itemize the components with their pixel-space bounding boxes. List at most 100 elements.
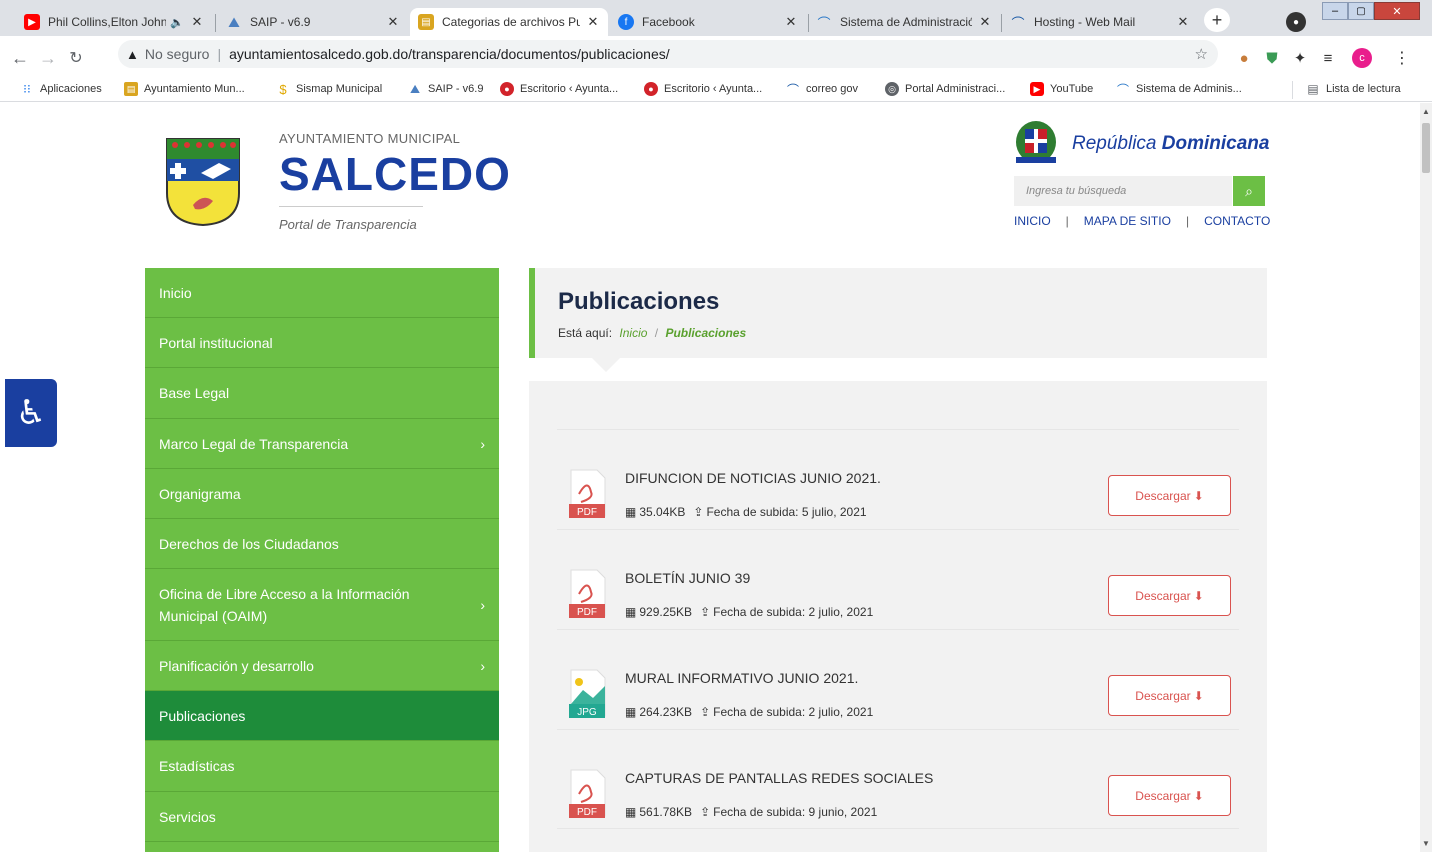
maximize-button[interactable]: ▢ xyxy=(1348,2,1374,20)
tab-saip[interactable]: ⛰ SAIP - v6.9 ✕ xyxy=(218,8,408,36)
link-mapa-de-sitio[interactable]: MAPA DE SITIO xyxy=(1084,214,1171,228)
document-title: BOLETÍN JUNIO 39 xyxy=(625,570,751,586)
close-icon[interactable]: ✕ xyxy=(782,14,800,30)
download-icon: ⬇ xyxy=(1193,488,1204,503)
reload-button[interactable]: ↻ xyxy=(62,44,90,72)
search-input[interactable]: Ingresa tu búsqueda xyxy=(1014,176,1232,206)
download-button[interactable]: Descargar ⬇ xyxy=(1108,775,1231,816)
correo-icon: ⌒ xyxy=(786,82,799,97)
sidebar-item-more[interactable] xyxy=(145,842,499,852)
apps-grid-icon: ⁝⁝ xyxy=(23,82,31,96)
chevron-right-icon: › xyxy=(480,435,485,452)
bookmark-portal[interactable]: ◎ Portal Administraci... xyxy=(885,82,1005,96)
upload-icon: ⇪ xyxy=(700,605,711,619)
close-window-button[interactable]: ✕ xyxy=(1374,2,1420,20)
tab-sistema[interactable]: ⌒ Sistema de Administració ✕ xyxy=(808,8,1000,36)
tab-hosting[interactable]: ⌒ Hosting - Web Mail ✕ xyxy=(1002,8,1198,36)
sistema-icon: ⌒ xyxy=(817,15,831,31)
star-icon[interactable]: ☆ xyxy=(1195,45,1208,63)
sidebar-item-inicio[interactable]: Inicio xyxy=(145,268,499,318)
link-contacto[interactable]: CONTACTO xyxy=(1204,214,1270,228)
security-label: No seguro xyxy=(144,46,210,62)
sidebar-item-servicios[interactable]: Servicios xyxy=(145,792,499,842)
browser-tab-bar: ▶ Phil Collins,Elton John 🔈 ✕ ⛰ SAIP - v… xyxy=(0,0,1432,36)
document-meta: ▦ 561.78KB ⇪ Fecha de subida: 9 junio, 2021 xyxy=(625,805,878,819)
search-button[interactable]: ⌕ xyxy=(1233,176,1265,206)
tab-youtube[interactable]: ▶ Phil Collins,Elton John 🔈 ✕ xyxy=(16,8,212,36)
pdf-file-icon: PDF xyxy=(569,469,606,518)
document-title: MURAL INFORMATIVO JUNIO 2021. xyxy=(625,670,859,686)
bookmark-sismap[interactable]: $ Sismap Municipal xyxy=(276,82,382,97)
dominican-republic-coat-of-arms xyxy=(1014,119,1058,165)
scroll-down-icon[interactable]: ▼ xyxy=(1422,839,1430,848)
sidebar-item-marco-legal[interactable]: Marco Legal de Transparencia › xyxy=(145,419,499,469)
chevron-right-icon: › xyxy=(480,596,485,613)
download-button[interactable]: Descargar ⬇ xyxy=(1108,475,1231,516)
download-button[interactable]: Descargar ⬇ xyxy=(1108,575,1231,616)
tab-facebook[interactable]: f Facebook ✕ xyxy=(610,8,806,36)
file-size-icon: ▦ xyxy=(625,605,637,619)
reading-list-button[interactable]: ▤ Lista de lectura xyxy=(1306,82,1400,96)
new-tab-button[interactable]: + xyxy=(1204,8,1230,32)
close-icon[interactable]: ✕ xyxy=(188,14,206,30)
document-title: DIFUNCION DE NOTICIAS JUNIO 2021. xyxy=(625,470,881,486)
bookmark-escritorio-1[interactable]: ● Escritorio ‹ Ayunta... xyxy=(500,82,618,96)
tab-title: Facebook xyxy=(642,15,695,29)
scroll-up-icon[interactable]: ▲ xyxy=(1422,107,1430,116)
breadcrumb-home[interactable]: Inicio xyxy=(619,326,647,340)
profile-avatar[interactable]: c xyxy=(1352,48,1372,68)
link-inicio[interactable]: INICIO xyxy=(1014,214,1051,228)
escritorio-icon: ● xyxy=(644,82,658,96)
document-meta: ▦ 929.25KB ⇪ Fecha de subida: 2 julio, 2021 xyxy=(625,605,874,619)
minimize-button[interactable]: – xyxy=(1322,2,1348,20)
sidebar-item-organigrama[interactable]: Organigrama xyxy=(145,469,499,519)
forward-button[interactable]: → xyxy=(34,44,62,72)
bookmark-escritorio-2[interactable]: ● Escritorio ‹ Ayunta... xyxy=(644,82,762,96)
browser-toolbar: ← → ↻ ▲ No seguro | ayuntamientosalcedo.… xyxy=(0,36,1432,78)
cookie-icon[interactable]: ● xyxy=(1230,44,1258,72)
reading-list-icon: ▤ xyxy=(1307,82,1319,96)
bookmark-ayuntamiento[interactable]: ▤ Ayuntamiento Mun... xyxy=(124,82,245,96)
close-icon[interactable]: ✕ xyxy=(584,14,602,30)
bookmark-apps[interactable]: ⁝⁝ Aplicaciones xyxy=(20,82,102,96)
sistema-icon: ⌒ xyxy=(1116,82,1129,97)
bookmark-saip[interactable]: ⛰ SAIP - v6.9 xyxy=(408,82,483,96)
tab-search-icon[interactable]: ● xyxy=(1286,12,1306,32)
address-bar[interactable]: ▲ No seguro | ayuntamientosalcedo.gob.do… xyxy=(118,40,1218,68)
breadcrumb: Está aquí: Inicio / Publicaciones xyxy=(558,326,747,340)
web-page: AYUNTAMIENTO MUNICIPAL SALCEDO Portal de… xyxy=(0,103,1420,852)
sidebar-item-portal-institucional[interactable]: Portal institucional xyxy=(145,318,499,368)
sidebar-item-publicaciones[interactable]: Publicaciones xyxy=(145,691,499,741)
close-icon[interactable]: ✕ xyxy=(384,14,402,30)
menu-icon[interactable]: ⋮ xyxy=(1388,44,1416,72)
youtube-icon: ▶ xyxy=(24,14,40,30)
accessibility-button[interactable]: ♿ xyxy=(5,379,57,447)
youtube-icon: ▶ xyxy=(1030,82,1044,96)
audio-icon: 🔈 xyxy=(170,16,184,29)
sidebar-item-derechos[interactable]: Derechos de los Ciudadanos xyxy=(145,519,499,569)
tab-categorias[interactable]: ▤ Categorias de archivos Pu ✕ xyxy=(410,8,608,36)
close-icon[interactable]: ✕ xyxy=(1174,14,1192,30)
shield-icon[interactable]: ⛊ xyxy=(1258,44,1286,72)
download-button[interactable]: Descargar ⬇ xyxy=(1108,675,1231,716)
vertical-scrollbar[interactable]: ▲ ▼ xyxy=(1420,103,1432,852)
bookmark-youtube[interactable]: ▶ YouTube xyxy=(1030,82,1093,96)
media-icon[interactable]: ≡ xyxy=(1314,44,1342,72)
title-divider xyxy=(279,206,423,207)
sidebar-item-estadisticas[interactable]: Estadísticas xyxy=(145,741,499,792)
saip-icon: ⛰ xyxy=(228,13,240,30)
bookmark-correo[interactable]: ⌒ correo gov xyxy=(786,82,858,97)
close-icon[interactable]: ✕ xyxy=(976,14,994,30)
upload-icon: ⇪ xyxy=(700,705,711,719)
scrollbar-thumb[interactable] xyxy=(1422,123,1430,173)
sidebar-item-oaim[interactable]: Oficina de Libre Acceso a la Información… xyxy=(145,569,499,641)
saip-icon: ⛰ xyxy=(409,81,421,96)
bookmark-sistema[interactable]: ⌒ Sistema de Adminis... xyxy=(1116,82,1242,97)
extensions-icon[interactable]: ✦ xyxy=(1286,44,1314,72)
title-arrow xyxy=(592,358,620,372)
municipal-coat-of-arms xyxy=(165,135,241,227)
back-button[interactable]: ← xyxy=(6,44,34,72)
download-icon: ⬇ xyxy=(1193,788,1204,803)
sidebar-item-base-legal[interactable]: Base Legal xyxy=(145,368,499,419)
sidebar-item-planificacion[interactable]: Planificación y desarrollo › xyxy=(145,641,499,691)
